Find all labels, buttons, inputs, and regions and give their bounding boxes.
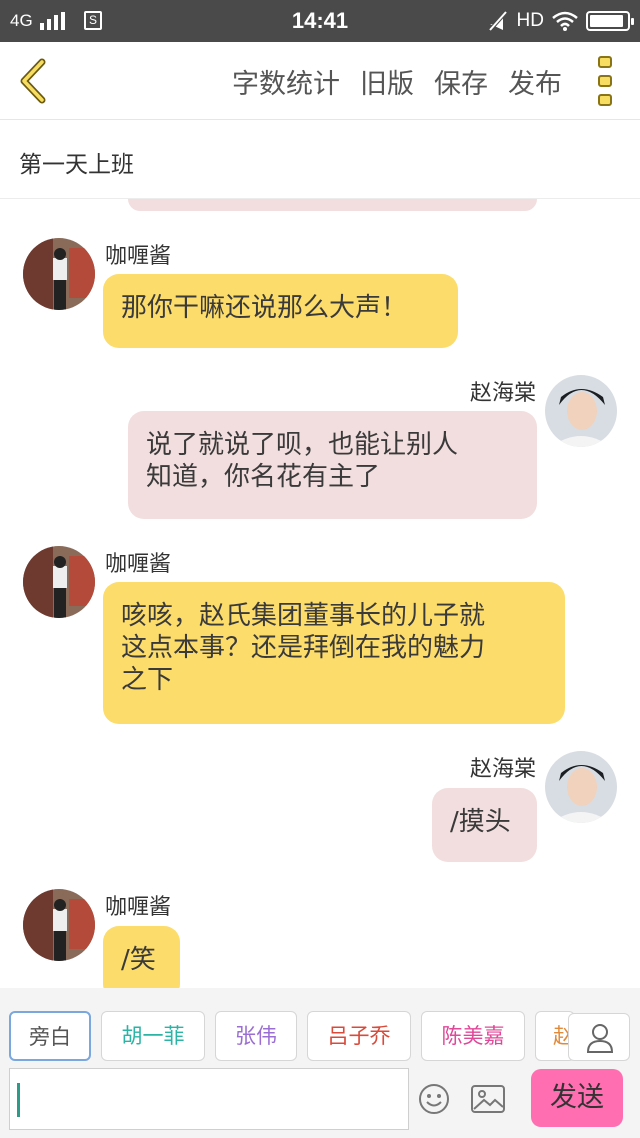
text-caret: [17, 1083, 20, 1117]
input-bar: 发送: [0, 1064, 640, 1138]
avatar-right[interactable]: [545, 751, 617, 823]
image-icon[interactable]: [471, 1085, 505, 1113]
mute-icon: [488, 10, 508, 32]
role-chip[interactable]: 张伟: [215, 1011, 297, 1061]
avatar-left[interactable]: [23, 889, 95, 961]
person-icon[interactable]: [568, 1013, 630, 1061]
message-text-line: 咳咳，赵氏集团董事长的儿子就: [121, 601, 486, 631]
message-bubble[interactable]: /笑: [103, 926, 180, 989]
avatar-right[interactable]: [545, 375, 617, 447]
wifi-icon: [552, 11, 578, 31]
message-text-line: 知道，你名花有主了: [146, 462, 381, 492]
chapter-title: 第一天上班: [19, 152, 134, 178]
status-right: HD: [487, 9, 634, 33]
more-vertical-icon[interactable]: [598, 56, 614, 106]
avatar-left[interactable]: [23, 546, 95, 618]
role-chip-narrator[interactable]: 旁白: [9, 1011, 91, 1061]
sender-name: 咖喱酱: [105, 552, 172, 577]
send-button[interactable]: 发送: [531, 1069, 623, 1127]
chevron-left-icon[interactable]: [14, 58, 54, 104]
sender-name: 赵海棠: [469, 381, 536, 406]
message-text: 那你干嘛还说那么大声！: [121, 293, 408, 323]
avatar-left[interactable]: [23, 238, 95, 310]
role-selector: 旁白 胡一菲 张伟 吕子乔 陈美嘉 赵: [0, 988, 640, 1064]
message-bubble[interactable]: 那你干嘛还说那么大声！: [103, 274, 458, 348]
chat-area[interactable]: 咖喱酱 那你干嘛还说那么大声！ 赵海棠 说了就说了呗，也能让别人 知道，你名花有…: [0, 199, 640, 989]
message-input[interactable]: [9, 1068, 409, 1130]
message-text-line: 这点本事？还是拜倒在我的魅力: [121, 633, 486, 663]
smiley-icon[interactable]: [418, 1083, 450, 1115]
message-bubble[interactable]: 咳咳，赵氏集团董事长的儿子就 这点本事？还是拜倒在我的魅力 之下: [103, 582, 565, 724]
save-button[interactable]: 保存: [434, 62, 488, 101]
old-version-button[interactable]: 旧版: [360, 62, 414, 101]
sender-name: 咖喱酱: [105, 895, 172, 920]
word-count-button[interactable]: 字数统计: [232, 62, 340, 101]
chapter-title-bar[interactable]: 第一天上班: [0, 121, 640, 199]
message-text-line: 说了就说了呗，也能让别人: [146, 430, 459, 460]
message-text: /笑: [121, 945, 156, 975]
battery-icon: [586, 11, 634, 31]
message-text-line: 之下: [121, 665, 174, 695]
message-bubble[interactable]: /摸头: [432, 788, 537, 862]
sender-name: 赵海棠: [469, 757, 536, 782]
role-chip[interactable]: 吕子乔: [307, 1011, 411, 1061]
publish-button[interactable]: 发布: [508, 62, 562, 101]
toolbar-actions: 字数统计 旧版 保存 发布: [232, 62, 562, 101]
role-chip[interactable]: 陈美嘉: [421, 1011, 525, 1061]
role-chip[interactable]: 胡一菲: [101, 1011, 205, 1061]
sender-name: 咖喱酱: [105, 244, 172, 269]
status-bar: 4G S 14:41 HD: [0, 0, 640, 42]
hd-indicator: HD: [516, 10, 544, 31]
message-bubble-partial: [128, 199, 537, 211]
editor-toolbar: 字数统计 旧版 保存 发布: [0, 42, 640, 120]
message-text: /摸头: [450, 807, 511, 837]
message-bubble[interactable]: 说了就说了呗，也能让别人 知道，你名花有主了: [128, 411, 537, 519]
